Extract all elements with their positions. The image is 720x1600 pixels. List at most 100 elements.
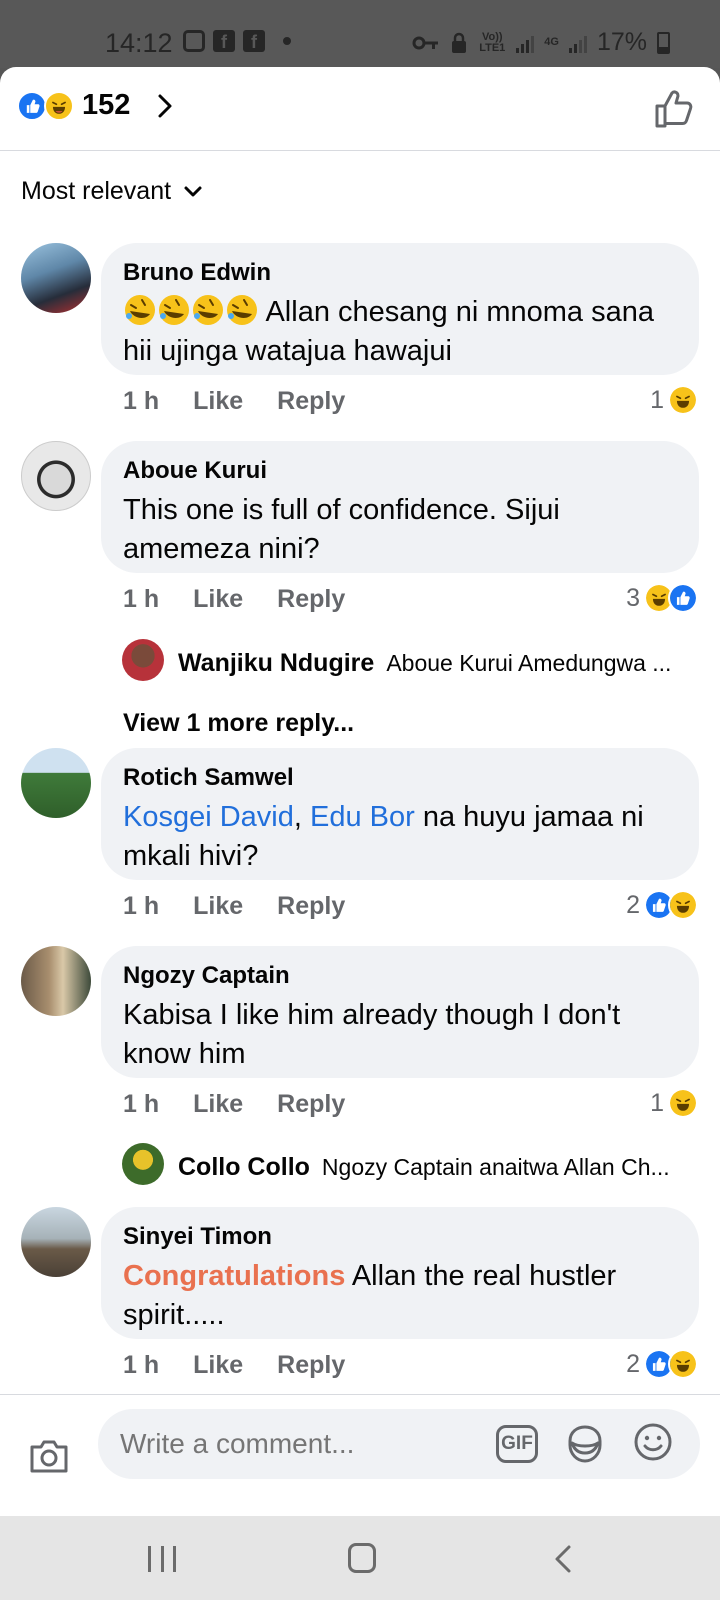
status-bar: 14:12 f f Vo)) LTE1 4G 17% [0, 0, 720, 68]
chevron-right-icon[interactable] [150, 91, 180, 121]
reply-author[interactable]: Wanjiku Ndugire [178, 649, 374, 678]
like-reaction-icon [668, 583, 698, 613]
congratulations-highlight: Congratulations [123, 1260, 346, 1292]
gif-button[interactable]: GIF [496, 1425, 538, 1463]
haha-reaction-icon [668, 1088, 698, 1118]
comment-text: Kosgei David, Edu Bor na huyu jamaa ni m… [123, 798, 677, 876]
comment-composer: GIF [0, 1394, 720, 1516]
signal-icon [568, 33, 587, 53]
camera-icon[interactable] [28, 1435, 70, 1475]
reactions-header[interactable]: 152 [0, 67, 720, 151]
reply-button[interactable]: Reply [277, 387, 345, 416]
avatar[interactable] [21, 441, 91, 511]
key-icon [412, 36, 439, 49]
haha-reaction-icon [668, 1349, 698, 1379]
avatar[interactable] [122, 639, 164, 681]
reply-preview[interactable]: Wanjiku Ndugire Aboue Kurui Amedungwa ..… [178, 649, 698, 678]
comment-actions: 1 h Like Reply [123, 1351, 345, 1380]
rolling-laughing-emoji [159, 295, 189, 325]
avatar[interactable] [122, 1143, 164, 1185]
sort-dropdown[interactable]: Most relevant [21, 177, 203, 206]
home-button[interactable] [348, 1543, 376, 1573]
like-button[interactable]: Like [193, 585, 243, 614]
comment-bubble[interactable]: Rotich Samwel Kosgei David, Edu Bor na h… [101, 748, 699, 880]
like-button[interactable]: Like [193, 1090, 243, 1119]
comment-body: Kabisa I like him already though I don't… [123, 999, 621, 1070]
view-more-replies-link[interactable]: View 1 more reply... [123, 709, 354, 738]
rolling-laughing-emoji [125, 295, 155, 325]
avatar[interactable] [21, 946, 91, 1016]
like-button[interactable]: Like [193, 892, 243, 921]
comment-reactions[interactable]: 3 [626, 583, 698, 613]
sort-label: Most relevant [21, 177, 172, 205]
reply-text: Ngozy Captain anaitwa Allan Ch... [321, 1154, 670, 1180]
mention-link[interactable]: Kosgei David [123, 801, 294, 833]
comment-author[interactable]: Aboue Kurui [123, 457, 677, 485]
reaction-count: 152 [82, 89, 131, 121]
comment-time: 1 h [123, 1090, 160, 1118]
comments-sheet: 152 Most relevant Bruno Edwin Allan ches… [0, 67, 720, 1516]
reply-button[interactable]: Reply [277, 1090, 345, 1119]
rolling-laughing-emoji [193, 295, 223, 325]
comment-reaction-count: 1 [650, 385, 664, 414]
avatar[interactable] [21, 1207, 91, 1277]
reply-text: Aboue Kurui Amedungwa ... [386, 650, 672, 676]
comment-actions: 1 h Like Reply [123, 1090, 345, 1119]
lock-icon [452, 32, 467, 53]
comment-actions: 1 h Like Reply [123, 892, 345, 921]
comment-reaction-count: 2 [626, 890, 640, 919]
battery-level: 17% [596, 28, 647, 56]
chevron-down-icon [184, 186, 202, 196]
sticker-icon[interactable] [564, 1423, 606, 1465]
comment-reactions[interactable]: 1 [650, 1088, 698, 1118]
comment-author[interactable]: Ngozy Captain [123, 962, 677, 990]
comment-time: 1 h [123, 892, 160, 920]
status-time: 14:12 [105, 28, 173, 58]
comment-time: 1 h [123, 1351, 160, 1379]
comment-actions: 1 h Like Reply [123, 387, 345, 416]
like-reaction-icon [17, 91, 47, 121]
comment-bubble[interactable]: Sinyei Timon Congratulations Allan the r… [101, 1207, 699, 1339]
reply-button[interactable]: Reply [277, 892, 345, 921]
comment-reaction-count: 2 [626, 1349, 640, 1378]
comment-input-box[interactable]: GIF [98, 1409, 700, 1479]
reply-preview[interactable]: Collo Collo Ngozy Captain anaitwa Allan … [178, 1153, 698, 1182]
comment-bubble[interactable]: Aboue Kurui This one is full of confiden… [101, 441, 699, 573]
comment-time: 1 h [123, 387, 160, 415]
signal-icon [516, 33, 535, 53]
comment-reactions[interactable]: 1 [650, 385, 698, 415]
comment-reaction-count: 3 [626, 583, 640, 612]
instagram-icon [183, 30, 205, 52]
like-post-button[interactable] [652, 87, 696, 131]
emoji-icon[interactable] [632, 1421, 674, 1463]
back-button[interactable] [550, 1544, 576, 1574]
battery-icon [657, 31, 670, 54]
reply-author[interactable]: Collo Collo [178, 1153, 310, 1182]
comment-text: Allan chesang ni mnoma sana hii ujinga w… [123, 293, 677, 371]
comment-input[interactable] [120, 1409, 480, 1479]
comment-author[interactable]: Sinyei Timon [123, 1223, 677, 1251]
reply-button[interactable]: Reply [277, 585, 345, 614]
comment-bubble[interactable]: Ngozy Captain Kabisa I like him already … [101, 946, 699, 1078]
like-button[interactable]: Like [193, 387, 243, 416]
like-button[interactable]: Like [193, 1351, 243, 1380]
recent-apps-button[interactable] [148, 1546, 176, 1572]
mention-separator: , [293, 801, 302, 833]
reply-button[interactable]: Reply [277, 1351, 345, 1380]
haha-reaction-icon [668, 385, 698, 415]
system-nav-bar [0, 1516, 720, 1600]
comment-reaction-count: 1 [650, 1088, 664, 1117]
comment-bubble[interactable]: Bruno Edwin Allan chesang ni mnoma sana … [101, 243, 699, 375]
comment-reactions[interactable]: 2 [626, 1349, 698, 1379]
comment-time: 1 h [123, 585, 160, 613]
comment-author[interactable]: Rotich Samwel [123, 764, 677, 792]
comment-reactions[interactable]: 2 [626, 890, 698, 920]
mention-link[interactable]: Edu Bor [310, 801, 415, 833]
comment-author[interactable]: Bruno Edwin [123, 259, 677, 287]
rolling-laughing-emoji [227, 295, 257, 325]
comment-text: Congratulations Allan the real hustler s… [123, 1257, 677, 1335]
haha-reaction-icon [668, 890, 698, 920]
avatar[interactable] [21, 748, 91, 818]
dot-icon [283, 37, 291, 45]
avatar[interactable] [21, 243, 91, 313]
